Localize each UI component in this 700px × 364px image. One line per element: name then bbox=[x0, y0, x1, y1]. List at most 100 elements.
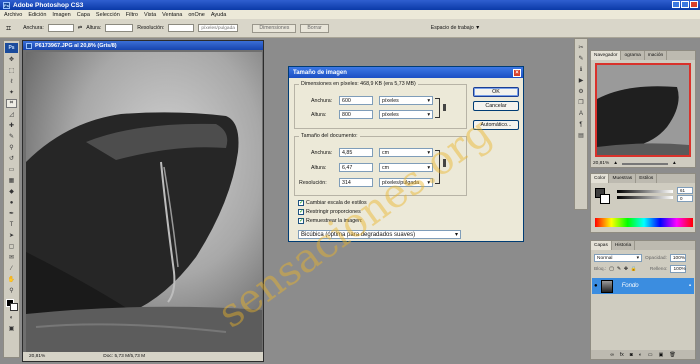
quick-mask-icon[interactable]: ◐ bbox=[6, 313, 17, 322]
resolution-field[interactable] bbox=[168, 24, 195, 32]
trash-icon[interactable]: 🗑 bbox=[669, 352, 675, 358]
menu-archivo[interactable]: Archivo bbox=[4, 12, 22, 18]
tab-histogram[interactable]: ograma bbox=[621, 51, 645, 60]
hand-tool-icon[interactable]: ✋ bbox=[6, 275, 17, 284]
tab-styles[interactable]: Estilos bbox=[636, 174, 658, 183]
document-zoom[interactable]: 20,81% bbox=[29, 354, 45, 359]
tab-navigator[interactable]: Navegador bbox=[591, 51, 622, 60]
pixel-height-unit-select[interactable]: píxeles ▾ bbox=[379, 110, 433, 119]
layer-mask-icon[interactable]: ◙ bbox=[630, 352, 633, 358]
background-color-swatch[interactable] bbox=[10, 303, 18, 311]
doc-width-input[interactable]: 4,85 bbox=[339, 148, 373, 157]
type-tool-icon[interactable]: T bbox=[6, 220, 17, 229]
blur-tool-icon[interactable]: ◆ bbox=[6, 187, 17, 196]
actions-panel-icon[interactable]: ▶ bbox=[576, 76, 587, 85]
maximize-button[interactable] bbox=[681, 1, 689, 8]
lasso-tool-icon[interactable]: ℓ bbox=[6, 77, 17, 86]
blend-mode-select[interactable]: Normal ▾ bbox=[594, 254, 642, 262]
width-field[interactable] bbox=[47, 24, 74, 32]
brush-tool-icon[interactable]: ✎ bbox=[6, 132, 17, 141]
menu-ventana[interactable]: Ventana bbox=[162, 12, 182, 18]
notes-tool-icon[interactable]: ✉ bbox=[6, 253, 17, 262]
dodge-tool-icon[interactable]: ● bbox=[6, 198, 17, 207]
menu-capa[interactable]: Capa bbox=[77, 12, 90, 18]
zoom-tool-icon[interactable]: ⚲ bbox=[6, 286, 17, 295]
swap-icon[interactable]: ⇄ bbox=[78, 25, 82, 31]
eyedropper-icon[interactable]: ⁄ bbox=[6, 264, 17, 273]
fill-input[interactable]: 100% bbox=[670, 265, 687, 273]
navigator-zoom[interactable]: 20,81% bbox=[593, 161, 609, 166]
brushes-panel-icon[interactable]: ✎ bbox=[576, 54, 587, 63]
background-swatch[interactable] bbox=[600, 194, 610, 204]
tab-history[interactable]: Historia bbox=[612, 241, 636, 250]
crop-icon[interactable]: ⌗ bbox=[6, 99, 17, 108]
zoom-in-icon[interactable]: ▲ bbox=[672, 161, 677, 166]
navigator-preview[interactable] bbox=[595, 63, 691, 157]
resolution-unit-select[interactable]: píxeles/pulgada bbox=[198, 24, 239, 32]
character-panel-icon[interactable]: A bbox=[576, 109, 587, 118]
tool-presets-icon[interactable]: ▤ bbox=[576, 131, 587, 140]
eye-icon[interactable]: ● bbox=[594, 283, 598, 289]
clone-panel-icon[interactable]: ⚙ bbox=[576, 87, 587, 96]
menu-filtro[interactable]: Filtro bbox=[126, 12, 138, 18]
cancel-button[interactable]: Cancelar bbox=[473, 101, 519, 111]
healing-brush-icon[interactable]: ✚ bbox=[6, 121, 17, 130]
tools-panel-icon[interactable]: ✂ bbox=[576, 43, 587, 52]
pixel-width-unit-select[interactable]: píxeles ▾ bbox=[379, 96, 433, 105]
clear-button[interactable]: Borrar bbox=[300, 23, 329, 33]
tab-swatches[interactable]: Muestras bbox=[609, 174, 637, 183]
pixel-height-input[interactable]: 800 bbox=[339, 110, 373, 119]
clone-stamp-icon[interactable]: ⚲ bbox=[6, 143, 17, 152]
dialog-close-button[interactable]: × bbox=[513, 68, 521, 77]
shape-tool-icon[interactable]: ▢ bbox=[6, 242, 17, 251]
opacity-input[interactable]: 100% bbox=[669, 254, 686, 262]
link-layers-icon[interactable]: ∞ bbox=[610, 352, 614, 358]
tab-layers[interactable]: Capas bbox=[591, 241, 612, 250]
workspace-menu[interactable]: Espacio de trabajo ▼ bbox=[431, 25, 481, 31]
lock-position-icon[interactable]: ✥ bbox=[624, 267, 628, 272]
move-tool-icon[interactable]: ✥ bbox=[6, 55, 17, 64]
doc-height-input[interactable]: 6,47 bbox=[339, 163, 373, 172]
color-ramp[interactable] bbox=[595, 218, 693, 227]
menu-ayuda[interactable]: Ayuda bbox=[211, 12, 227, 18]
adjustment-layer-icon[interactable]: ◐ bbox=[639, 352, 642, 358]
ok-button[interactable]: OK bbox=[473, 87, 519, 97]
eraser-tool-icon[interactable]: ▭ bbox=[6, 165, 17, 174]
pen-tool-icon[interactable]: ✒ bbox=[6, 209, 17, 218]
info-panel-icon[interactable]: ℹ bbox=[576, 65, 587, 74]
layer-style-icon[interactable]: fx bbox=[620, 352, 624, 358]
history-brush-icon[interactable]: ↺ bbox=[6, 154, 17, 163]
layer-comps-icon[interactable]: ❐ bbox=[576, 98, 587, 107]
tab-info[interactable]: mación bbox=[645, 51, 668, 60]
tab-color[interactable]: Color bbox=[591, 174, 610, 183]
slice-tool-icon[interactable]: ◿ bbox=[6, 110, 17, 119]
screen-mode-icon[interactable]: ▣ bbox=[6, 324, 17, 333]
front-image-button[interactable]: Dimensiones bbox=[252, 23, 297, 33]
paragraph-panel-icon[interactable]: ¶ bbox=[576, 120, 587, 129]
new-group-icon[interactable]: ▭ bbox=[648, 352, 653, 358]
lock-image-icon[interactable]: ✎ bbox=[617, 267, 621, 272]
height-field[interactable] bbox=[105, 24, 134, 32]
pixel-width-input[interactable]: 600 bbox=[339, 96, 373, 105]
path-select-icon[interactable]: ➤ bbox=[6, 231, 17, 240]
new-layer-icon[interactable]: ▣ bbox=[659, 352, 664, 358]
minimize-button[interactable] bbox=[672, 1, 680, 8]
magic-wand-icon[interactable]: ✦ bbox=[6, 88, 17, 97]
lock-all-icon[interactable]: 🔒 bbox=[631, 267, 637, 272]
menu-imagen[interactable]: Imagen bbox=[52, 12, 70, 18]
color-slider-r[interactable] bbox=[617, 190, 673, 193]
zoom-slider[interactable] bbox=[622, 162, 669, 165]
crop-tool-icon[interactable]: ⌗ bbox=[6, 23, 11, 34]
zoom-out-icon[interactable]: ▲ bbox=[613, 161, 618, 166]
lock-transparency-icon[interactable]: ▢ bbox=[609, 267, 614, 272]
layer-row[interactable]: ● Fondo ▪ bbox=[592, 278, 694, 294]
menu-seleccion[interactable]: Selección bbox=[96, 12, 120, 18]
color-slider-g[interactable] bbox=[617, 196, 673, 199]
menu-edicion[interactable]: Edición bbox=[28, 12, 46, 18]
color-value-g[interactable]: 0 bbox=[677, 195, 693, 202]
gradient-tool-icon[interactable]: ▦ bbox=[6, 176, 17, 185]
close-button[interactable] bbox=[690, 1, 698, 8]
menu-vista[interactable]: Vista bbox=[144, 12, 156, 18]
marquee-tool-icon[interactable]: ⬚ bbox=[6, 66, 17, 75]
color-value-r[interactable]: 61 bbox=[677, 187, 693, 194]
